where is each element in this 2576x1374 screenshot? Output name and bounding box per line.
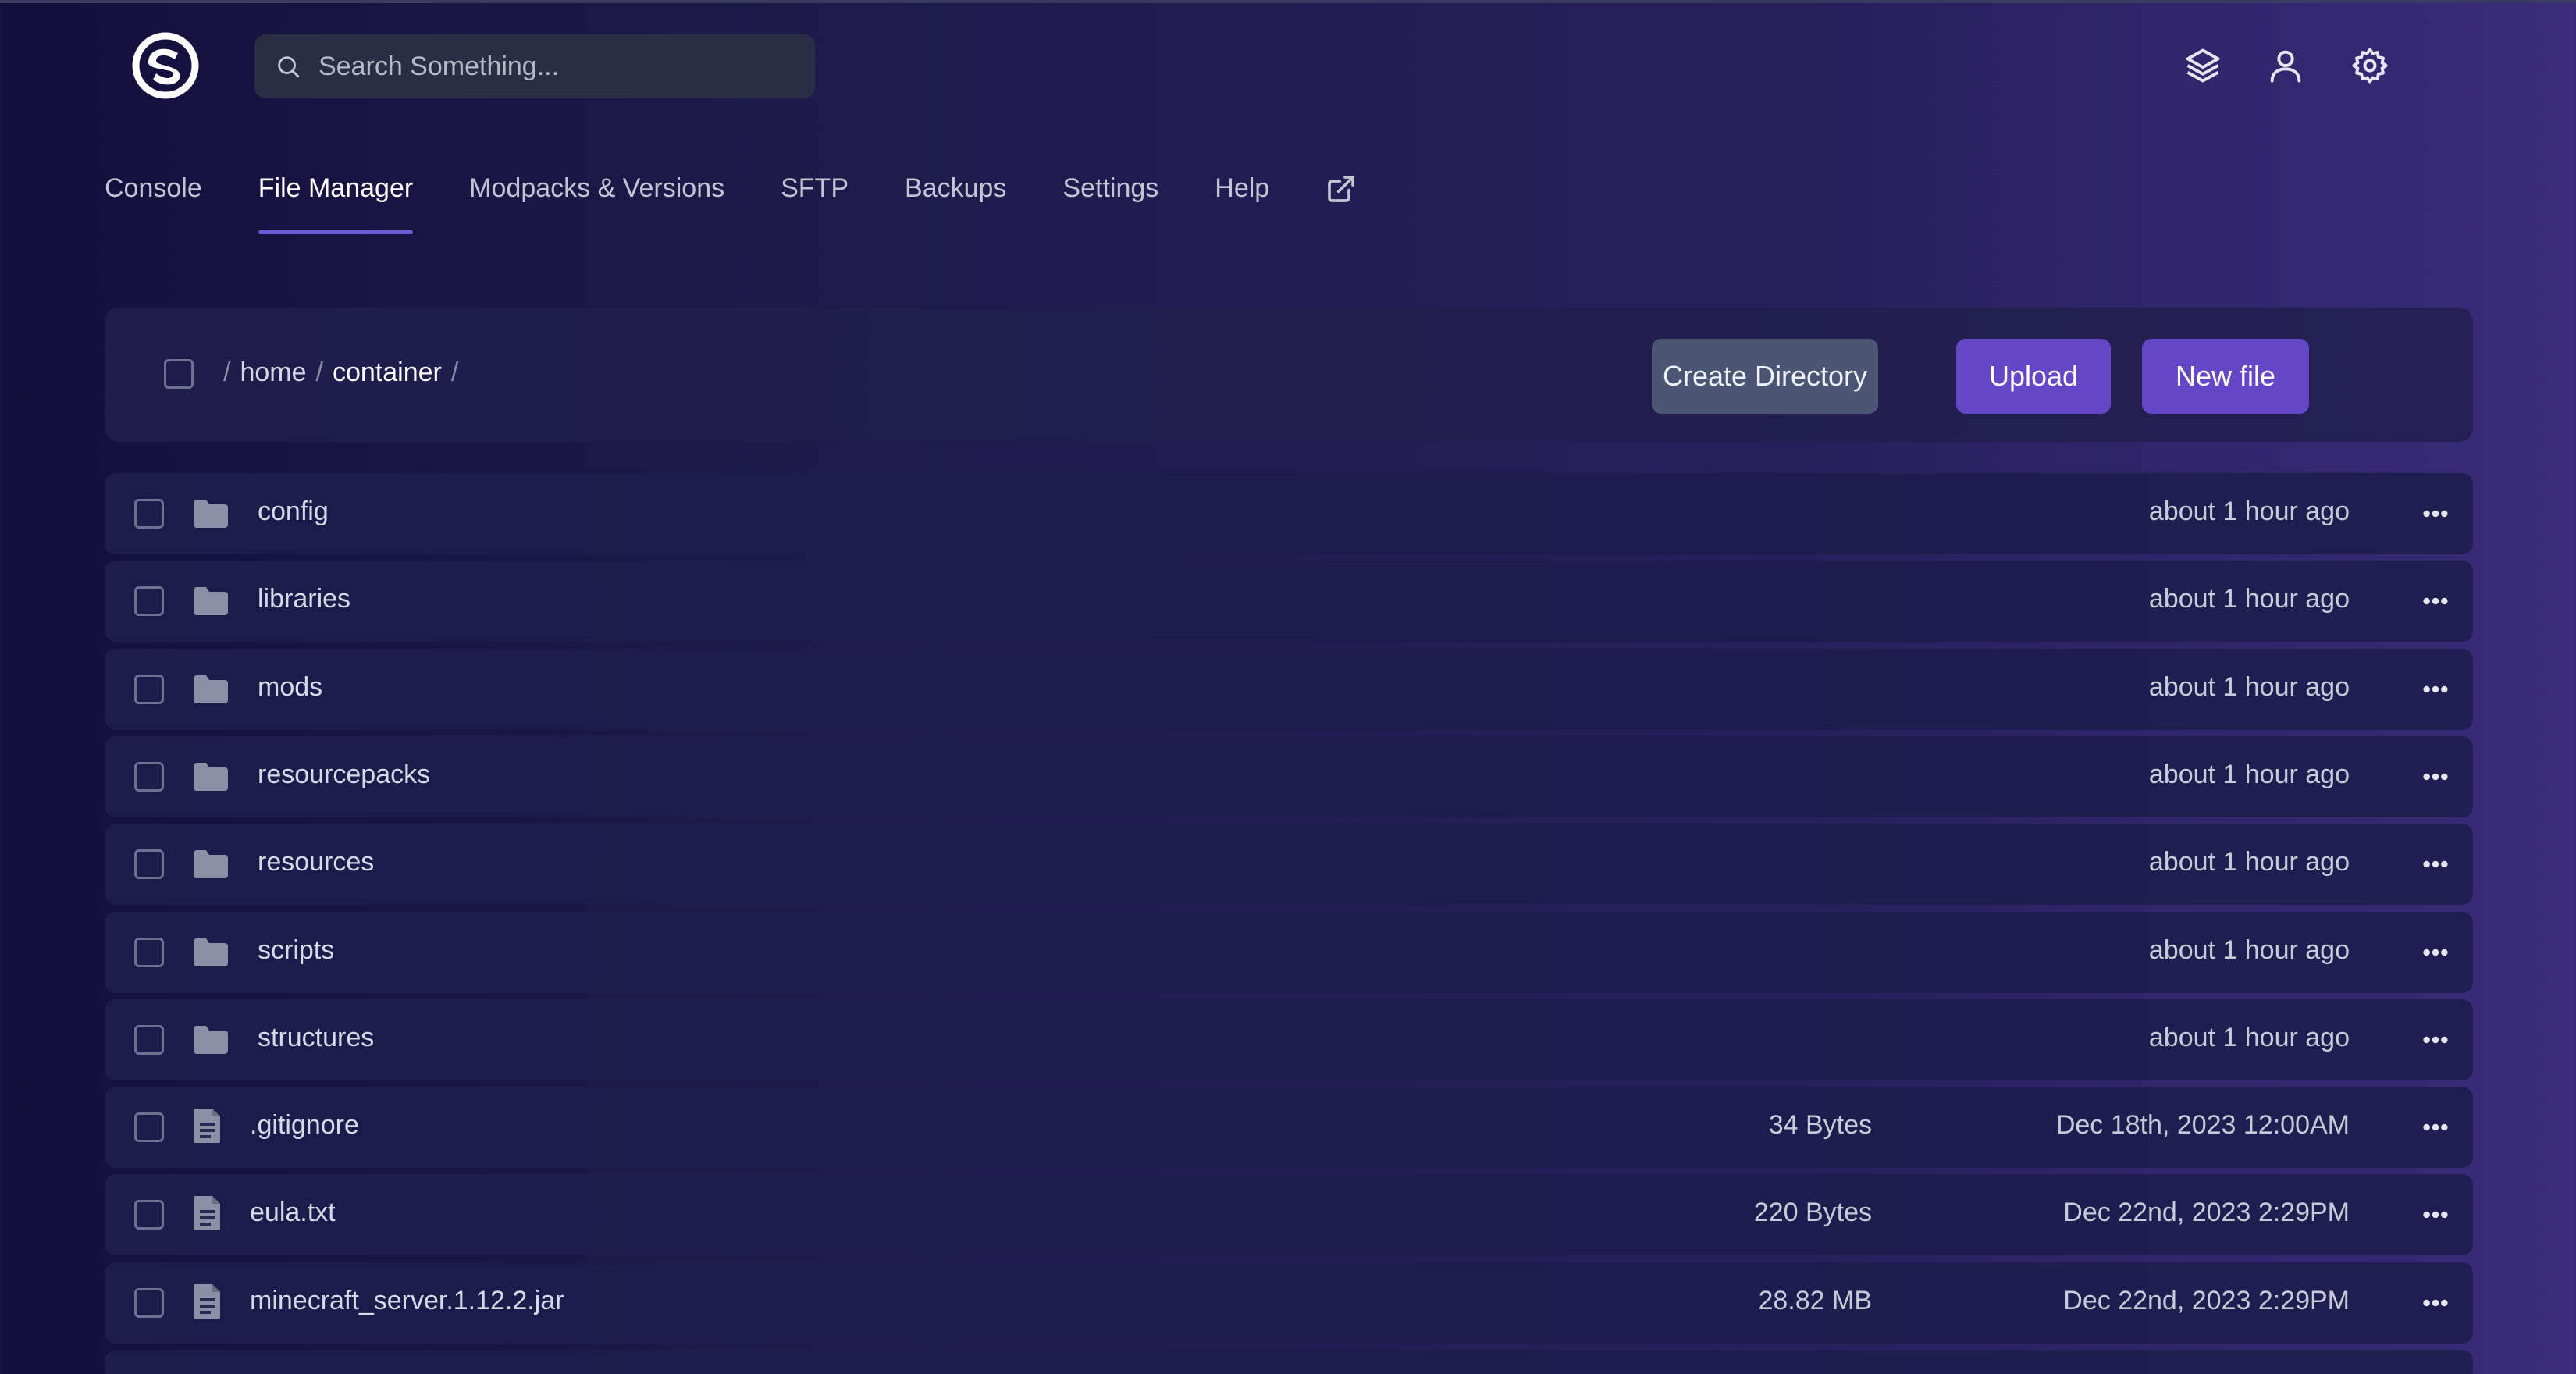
file-modified: about 1 hour ago [2148, 847, 2350, 877]
file-row[interactable]: scripts about 1 hour ago [105, 912, 2473, 993]
select-all-checkbox[interactable] [164, 359, 194, 389]
file-row[interactable]: resources about 1 hour ago [105, 824, 2473, 905]
folder-icon [192, 584, 229, 618]
file-row[interactable]: libraries about 1 hour ago [105, 561, 2473, 642]
breadcrumb-home[interactable]: home [240, 358, 306, 387]
gear-icon[interactable] [2347, 42, 2393, 89]
file-modified: about 1 hour ago [2148, 1023, 2350, 1052]
create-directory-button[interactable]: Create Directory [1652, 339, 1878, 414]
file-name[interactable]: minecraft_server.1.12.2.jar [250, 1286, 564, 1316]
folder-icon [192, 847, 229, 881]
nav-help[interactable]: Help [1215, 173, 1269, 234]
file-row-partial [105, 1350, 2473, 1374]
file-icon [192, 1194, 229, 1230]
app-logo-icon[interactable] [131, 31, 200, 100]
file-modified: about 1 hour ago [2148, 760, 2350, 789]
file-modified: Dec 22nd, 2023 2:29PM [2063, 1198, 2350, 1227]
breadcrumb: / home / container / [223, 358, 468, 388]
nav-file-manager[interactable]: File Manager [258, 173, 414, 234]
file-name[interactable]: scripts [258, 935, 334, 966]
row-checkbox[interactable] [134, 1112, 164, 1142]
search-icon [278, 56, 300, 78]
row-checkbox[interactable] [134, 1200, 164, 1230]
nav-modpacks-versions[interactable]: Modpacks & Versions [469, 173, 724, 234]
upload-button[interactable]: Upload [1956, 339, 2111, 414]
ellipsis-icon[interactable] [2418, 584, 2453, 618]
row-checkbox[interactable] [134, 675, 164, 704]
ellipsis-icon[interactable] [2418, 1286, 2453, 1320]
ellipsis-icon[interactable] [2418, 1198, 2453, 1232]
folder-icon [192, 672, 229, 707]
file-modified: about 1 hour ago [2148, 497, 2350, 526]
nav-settings[interactable]: Settings [1062, 173, 1158, 234]
main-nav: Console File Manager Modpacks & Versions… [105, 173, 1357, 236]
file-modified: about 1 hour ago [2148, 935, 2350, 965]
file-size: 28.82 MB [1758, 1286, 1872, 1315]
file-name[interactable]: mods [258, 672, 322, 703]
ellipsis-icon[interactable] [2418, 1110, 2453, 1144]
file-name[interactable]: resourcepacks [258, 760, 430, 790]
folder-icon [192, 497, 229, 531]
search-bar[interactable] [254, 34, 815, 98]
row-checkbox[interactable] [134, 1025, 164, 1055]
ellipsis-icon[interactable] [2418, 1023, 2453, 1057]
file-row[interactable]: minecraft_server.1.12.2.jar 28.82 MB Dec 2… [105, 1262, 2473, 1344]
file-size: 34 Bytes [1768, 1110, 1872, 1140]
folder-icon [192, 935, 229, 970]
row-checkbox[interactable] [134, 586, 164, 616]
file-name[interactable]: eula.txt [250, 1198, 336, 1228]
row-checkbox[interactable] [134, 938, 164, 967]
file-modified: about 1 hour ago [2148, 672, 2350, 702]
folder-icon [192, 1023, 229, 1057]
row-checkbox[interactable] [134, 1288, 164, 1318]
row-checkbox[interactable] [134, 849, 164, 879]
breadcrumb-container[interactable]: container [333, 358, 442, 387]
breadcrumb-separator: / [315, 358, 323, 387]
layers-icon[interactable] [2179, 42, 2226, 89]
file-row[interactable]: config about 1 hour ago [105, 473, 2473, 554]
file-row[interactable]: structures about 1 hour ago [105, 999, 2473, 1080]
ellipsis-icon[interactable] [2418, 935, 2453, 970]
file-row[interactable]: mods about 1 hour ago [105, 649, 2473, 730]
ellipsis-icon[interactable] [2418, 672, 2453, 707]
file-row[interactable]: eula.txt 220 Bytes Dec 22nd, 2023 2:29PM [105, 1174, 2473, 1255]
app-header [0, 0, 2576, 141]
breadcrumb-separator: / [223, 358, 231, 387]
file-size: 220 Bytes [1753, 1198, 1872, 1227]
file-row[interactable]: resourcepacks about 1 hour ago [105, 736, 2473, 817]
file-name[interactable]: .gitignore [250, 1110, 359, 1141]
nav-sftp[interactable]: SFTP [781, 173, 849, 234]
nav-console[interactable]: Console [105, 173, 202, 234]
row-checkbox[interactable] [134, 762, 164, 792]
file-modified: Dec 22nd, 2023 2:29PM [2063, 1286, 2350, 1315]
ellipsis-icon[interactable] [2418, 847, 2453, 881]
file-icon [192, 1283, 229, 1319]
file-toolbar: / home / container / Create Directory Upload… [105, 308, 2473, 442]
file-row[interactable]: .gitignore 34 Bytes Dec 18th, 2023 12:00AM [105, 1087, 2473, 1168]
row-checkbox[interactable] [134, 499, 164, 529]
file-modified: about 1 hour ago [2148, 584, 2350, 614]
new-file-button[interactable]: New file [2142, 339, 2309, 414]
file-name[interactable]: resources [258, 847, 374, 877]
ellipsis-icon[interactable] [2418, 497, 2453, 531]
user-icon[interactable] [2262, 42, 2309, 89]
file-name[interactable]: config [258, 497, 329, 527]
breadcrumb-separator: / [450, 358, 459, 387]
search-input[interactable] [318, 51, 787, 82]
file-name[interactable]: libraries [258, 584, 350, 614]
nav-backups[interactable]: Backups [905, 173, 1006, 234]
file-icon [192, 1107, 229, 1143]
file-name[interactable]: structures [258, 1023, 374, 1053]
folder-icon [192, 760, 229, 794]
ellipsis-icon[interactable] [2418, 760, 2453, 794]
external-link-icon[interactable] [1325, 173, 1357, 205]
file-modified: Dec 18th, 2023 12:00AM [2055, 1110, 2350, 1140]
